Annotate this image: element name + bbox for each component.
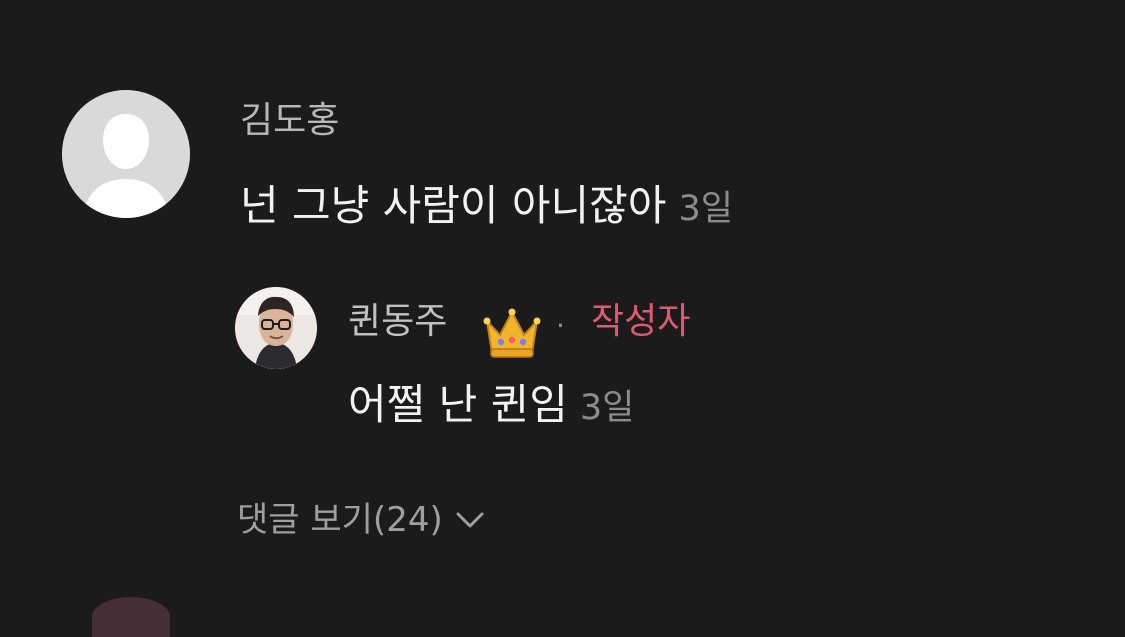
crown-icon bbox=[483, 308, 541, 358]
reply-body: 어쩔 난 퀸임 3일 bbox=[348, 384, 634, 426]
next-comment-avatar-partial bbox=[92, 597, 170, 637]
partially-visible-previous-content bbox=[0, 0, 1125, 4]
comment-body: 넌 그냥 사람이 아니잖아 3일 bbox=[240, 185, 733, 227]
comment-text: 넌 그냥 사람이 아니잖아 bbox=[240, 181, 667, 230]
commenter-name[interactable]: 김도홍 bbox=[240, 103, 339, 139]
chevron-down-icon bbox=[456, 512, 484, 528]
comment-time: 3일 bbox=[678, 189, 733, 229]
reply-text: 어쩔 난 퀸임 bbox=[348, 380, 568, 429]
author-separator: · bbox=[556, 309, 565, 342]
reply-author-name[interactable]: 퀸동주 bbox=[348, 304, 447, 340]
default-user-icon bbox=[62, 90, 190, 218]
view-replies-button[interactable]: 댓글 보기(24) bbox=[237, 503, 485, 537]
view-replies-label: 댓글 보기(24) bbox=[237, 500, 443, 540]
reply-time: 3일 bbox=[579, 388, 635, 428]
commenter-avatar[interactable] bbox=[62, 90, 190, 218]
reply-author-avatar[interactable] bbox=[235, 287, 317, 369]
author-badge: 작성자 bbox=[591, 301, 691, 342]
profile-photo-icon bbox=[235, 287, 317, 369]
